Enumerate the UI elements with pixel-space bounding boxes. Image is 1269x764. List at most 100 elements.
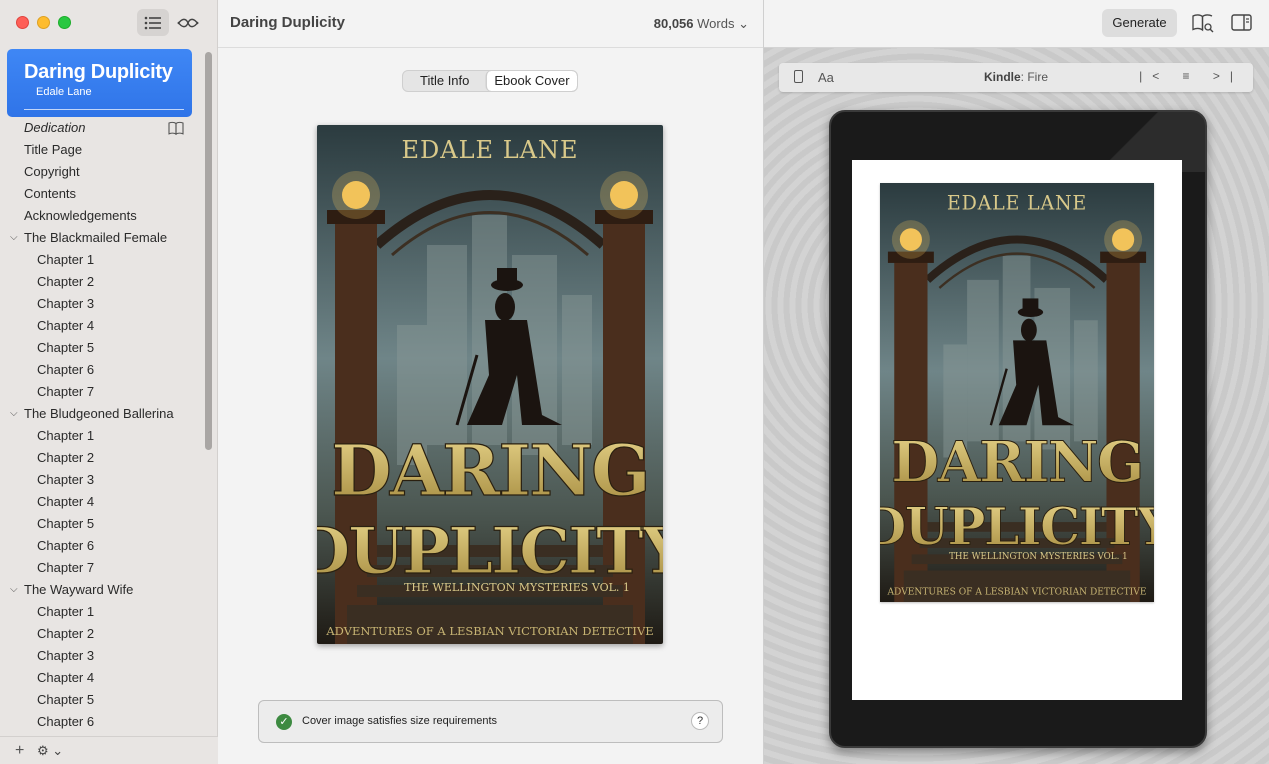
editor-header: Daring Duplicity 80,056 Words ⌄ (218, 0, 763, 48)
sidebar-right-icon[interactable] (1231, 14, 1252, 31)
document-title: Daring Duplicity (230, 14, 346, 31)
generate-button[interactable]: Generate (1102, 9, 1177, 37)
chapter-label: Chapter 7 (37, 384, 95, 399)
chapter-label: Chapter 5 (37, 340, 95, 355)
part-title: The Bludgeoned Ballerina (24, 406, 174, 421)
sidebar-item-part[interactable]: ⌵ The Blackmailed Female (0, 227, 205, 249)
svg-text:EDALE LANE: EDALE LANE (947, 191, 1087, 214)
device-toolbar: Aa Kindle: Fire |< ≡ >| (779, 63, 1253, 92)
sidebar-item-chapter[interactable]: Chapter 1 (0, 601, 205, 623)
minimize-window-button[interactable] (37, 16, 50, 29)
kindle-fire-device: EDALE LANE DARING DUPLICITY THE WELLINGT… (829, 110, 1207, 748)
sidebar-item-chapter[interactable]: Chapter 5 (0, 513, 205, 535)
ebook-cover-image[interactable]: EDALE LANE DARING DUPLICITY THE WELLINGT… (317, 125, 663, 644)
chapter-label: Chapter 2 (37, 450, 95, 465)
chapter-label: Chapter 6 (37, 362, 95, 377)
sidebar-item-front-matter[interactable]: Contents (0, 183, 205, 205)
sidebar-scrollbar[interactable] (205, 52, 212, 450)
sidebar-item-chapter[interactable]: Chapter 2 (0, 447, 205, 469)
chapter-label: Chapter 5 (37, 516, 95, 531)
table-of-contents: Dedication Title Page Copyright Contents Ack… (0, 117, 205, 737)
book-card-divider (24, 109, 184, 110)
sidebar-item-front-matter[interactable]: Copyright (0, 161, 205, 183)
sidebar-item-label: Contents (24, 186, 77, 201)
cover-tab-control: Title Info Ebook Cover (402, 70, 578, 92)
tab-title-info[interactable]: Title Info (403, 71, 486, 91)
chapter-label: Chapter 4 (37, 318, 95, 333)
chevron-down-icon[interactable]: ⌵ (10, 579, 18, 601)
list-icon (144, 16, 161, 29)
chevron-down-icon[interactable]: ⌵ (10, 403, 18, 425)
flourish-icon (177, 18, 199, 27)
list-view-toggle[interactable] (137, 9, 169, 36)
styles-toggle[interactable] (172, 9, 204, 36)
help-button[interactable]: ? (691, 712, 709, 730)
chevron-down-icon: ⌄ (738, 16, 749, 31)
svg-text:ADVENTURES OF A LESBIAN VICTOR: ADVENTURES OF A LESBIAN VICTORIAN DETECT… (325, 624, 653, 638)
preview-cover-art: EDALE LANE DARING DUPLICITY THE WELLINGT… (880, 183, 1154, 602)
page-navigation[interactable]: |< ≡ >| (1139, 69, 1243, 83)
chapter-label: Chapter 1 (37, 604, 95, 619)
gear-icon[interactable]: ⚙ ⌄ (37, 743, 63, 759)
sidebar-item-part[interactable]: ⌵ The Bludgeoned Ballerina (0, 403, 205, 425)
zoom-window-button[interactable] (58, 16, 71, 29)
sidebar-item-front-matter[interactable]: Dedication (0, 117, 205, 139)
chapter-label: Chapter 1 (37, 428, 95, 443)
sidebar-item-chapter[interactable]: Chapter 3 (0, 645, 205, 667)
preview-pane: Generate Aa Kindle: Fire |< ≡ >| EDALE L… (763, 0, 1269, 764)
part-title: The Wayward Wife (24, 582, 134, 597)
sidebar-item-front-matter[interactable]: Acknowledgements (0, 205, 205, 227)
chapter-label: Chapter 7 (37, 560, 95, 575)
sidebar-item-label: Title Page (24, 142, 83, 157)
sidebar-item-chapter[interactable]: Chapter 4 (0, 491, 205, 513)
sidebar-item-part[interactable]: ⌵ The Wayward Wife (0, 579, 205, 601)
chapter-label: Chapter 6 (37, 714, 95, 729)
sidebar: Daring Duplicity Edale Lane Dedication Ti… (0, 0, 218, 764)
sidebar-item-front-matter[interactable]: Title Page (0, 139, 205, 161)
chapter-label: Chapter 2 (37, 626, 95, 641)
chevron-down-icon[interactable]: ⌵ (10, 227, 18, 249)
device-screen: EDALE LANE DARING DUPLICITY THE WELLINGT… (852, 160, 1182, 700)
sidebar-item-chapter[interactable]: Chapter 6 (0, 359, 205, 381)
sidebar-item-chapter[interactable]: Chapter 2 (0, 623, 205, 645)
editor-pane: Daring Duplicity 80,056 Words ⌄ Title In… (218, 0, 763, 764)
chapter-label: Chapter 4 (37, 494, 95, 509)
sidebar-item-label: Copyright (24, 164, 80, 179)
sidebar-item-chapter[interactable]: Chapter 7 (0, 381, 205, 403)
tab-ebook-cover[interactable]: Ebook Cover (486, 71, 577, 91)
chapter-label: Chapter 3 (37, 472, 95, 487)
cover-art: EDALE LANE DARING DUPLICITY THE WELLINGT… (317, 125, 663, 644)
sidebar-item-chapter[interactable]: Chapter 7 (0, 557, 205, 579)
word-count-number: 80,056 (653, 16, 694, 31)
window-controls (16, 16, 71, 29)
sidebar-item-chapter[interactable]: Chapter 6 (0, 535, 205, 557)
sidebar-item-chapter[interactable]: Chapter 6 (0, 711, 205, 733)
sidebar-item-label: Acknowledgements (24, 208, 137, 223)
sidebar-item-chapter[interactable]: Chapter 3 (0, 293, 205, 315)
sidebar-item-chapter[interactable]: Chapter 2 (0, 271, 205, 293)
svg-text:ADVENTURES OF A LESBIAN VICTOR: ADVENTURES OF A LESBIAN VICTORIAN DETECT… (887, 587, 1147, 598)
part-title: The Blackmailed Female (24, 230, 168, 245)
close-window-button[interactable] (16, 16, 29, 29)
sidebar-item-chapter[interactable]: Chapter 3 (0, 469, 205, 491)
chapter-label: Chapter 5 (37, 692, 95, 707)
sidebar-item-chapter[interactable]: Chapter 5 (0, 689, 205, 711)
sidebar-item-chapter[interactable]: Chapter 1 (0, 249, 205, 271)
word-count-menu[interactable]: 80,056 Words ⌄ (654, 16, 749, 32)
sidebar-item-chapter[interactable]: Chapter 4 (0, 667, 205, 689)
app-window: Daring Duplicity Edale Lane Dedication Ti… (0, 0, 1269, 764)
sidebar-footer: + ⚙ ⌄ (0, 736, 218, 764)
sidebar-item-label: Dedication (24, 120, 86, 135)
svg-text:DARING: DARING (891, 429, 1143, 496)
sidebar-item-chapter[interactable]: Chapter 1 (0, 425, 205, 447)
plus-icon[interactable]: + (15, 742, 24, 760)
book-card[interactable]: Daring Duplicity Edale Lane (7, 49, 192, 117)
sidebar-item-chapter[interactable]: Chapter 5 (0, 337, 205, 359)
chapter-label: Chapter 3 (37, 296, 95, 311)
checkmark-icon: ✓ (276, 714, 292, 730)
device-brand: Kindle (983, 70, 1021, 84)
sidebar-item-chapter[interactable]: Chapter 4 (0, 315, 205, 337)
book-preview-icon[interactable] (1192, 13, 1214, 33)
device-model: : Fire (1020, 70, 1048, 84)
open-book-icon (168, 121, 184, 135)
